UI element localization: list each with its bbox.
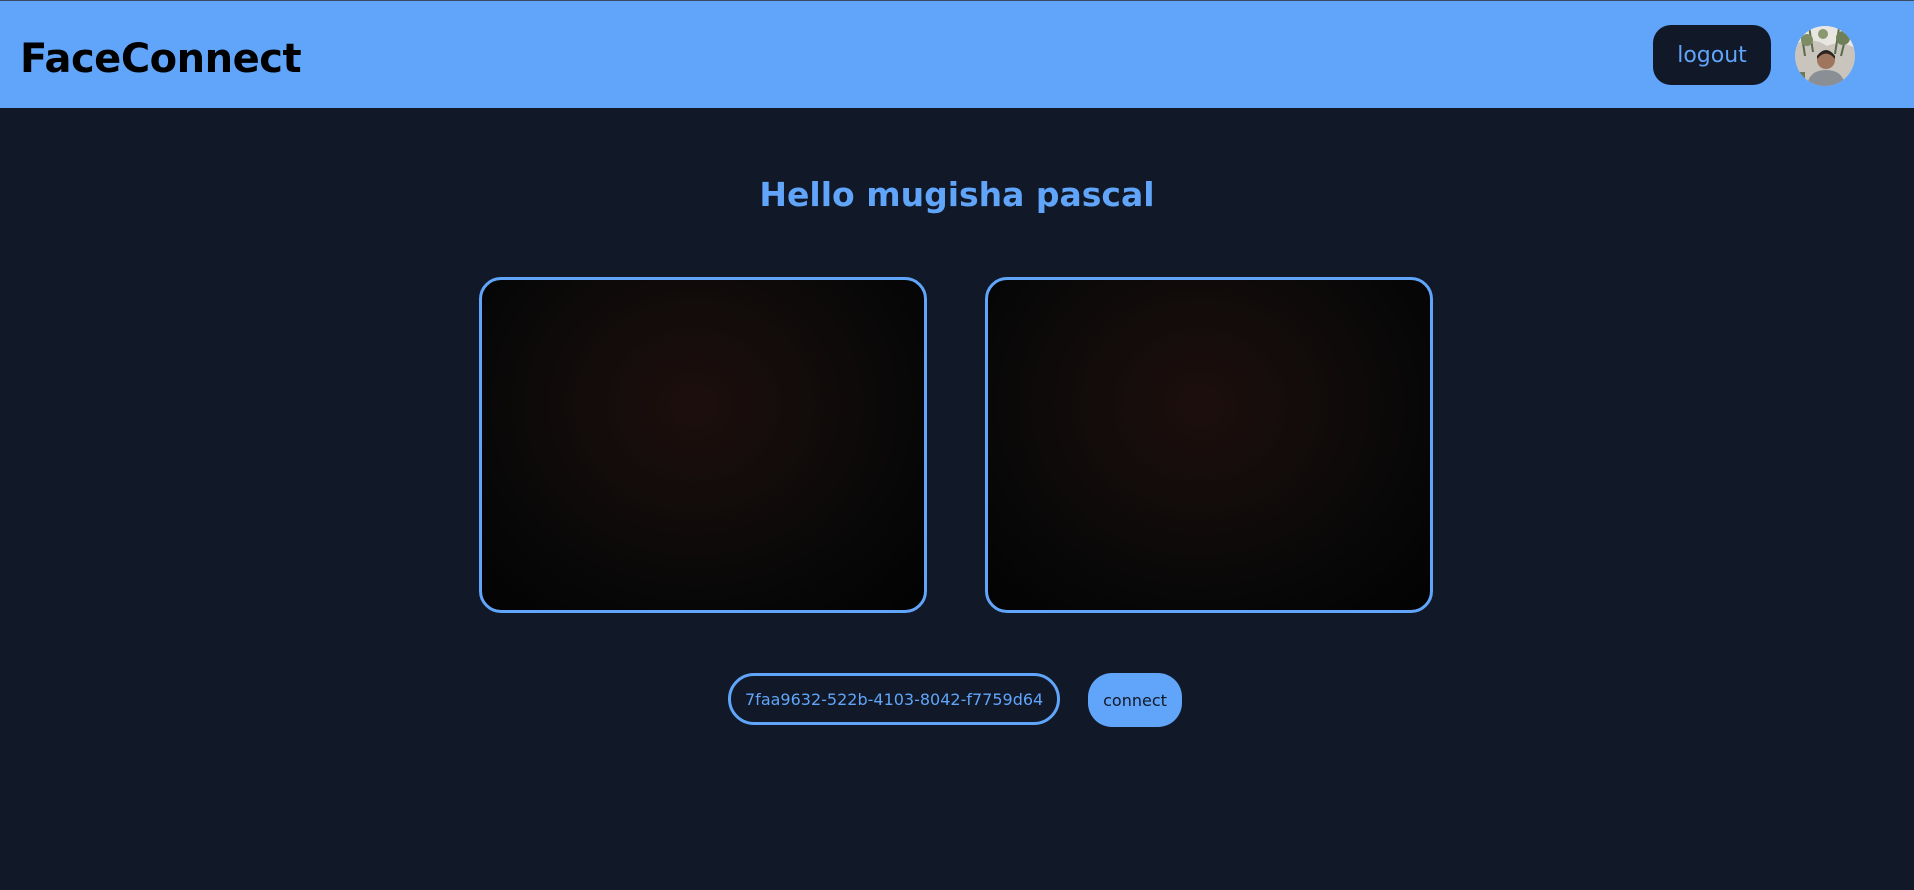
call-id-input[interactable]: [728, 673, 1060, 725]
local-video: [479, 277, 927, 613]
remote-video: [985, 277, 1433, 613]
logout-button[interactable]: logout: [1653, 25, 1771, 85]
user-avatar-photo-icon: [1795, 26, 1855, 86]
app-brand: FaceConnect: [20, 36, 302, 82]
top-navbar: FaceConnect logout: [0, 1, 1914, 108]
page-greeting: Hello mugisha pascal: [759, 175, 1155, 214]
connect-button[interactable]: connect: [1088, 673, 1182, 727]
user-avatar[interactable]: [1795, 26, 1855, 86]
